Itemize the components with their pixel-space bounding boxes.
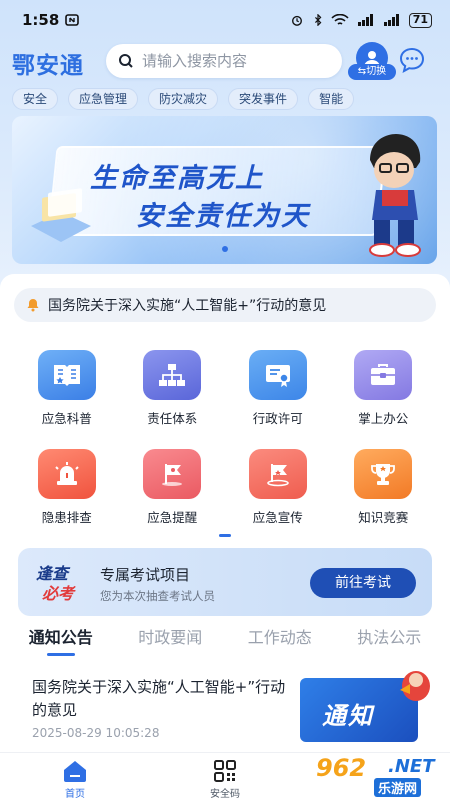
grid-item-mobile-office[interactable]: 掌上办公 <box>331 350 437 427</box>
function-grid: 应急科普 责任体系 行政许可 掌上办公 隐患排查 应急提醒 应急宣传 知识竞赛 <box>14 350 436 526</box>
flag-icon <box>143 449 202 499</box>
tab-notices[interactable]: 通知公告 <box>29 624 93 656</box>
app-title: 鄂安通 <box>12 53 84 79</box>
certificate-icon <box>248 350 307 400</box>
home-icon <box>64 761 86 782</box>
header: 鄂安通 ⇆切换 <box>0 42 450 82</box>
message-button[interactable] <box>398 46 426 74</box>
tag-emergencies[interactable]: 突发事件 <box>228 88 299 110</box>
tag-safety[interactable]: 安全 <box>12 88 59 110</box>
exam-logo: 逢查 必考 <box>36 564 75 603</box>
exam-title: 专属考试项目 <box>100 566 191 584</box>
switch-account-button[interactable]: ⇆切换 <box>348 42 396 82</box>
tab-current-affairs[interactable]: 时政要闻 <box>138 624 202 654</box>
go-to-exam-button[interactable]: 前往考试 <box>310 568 416 598</box>
tag-row: 安全 应急管理 防灾减灾 突发事件 智能 <box>12 88 355 110</box>
alarm-clock-icon <box>291 15 302 26</box>
tag-disaster-prevention[interactable]: 防灾减灾 <box>148 88 219 110</box>
notice-text: 国务院关于深入实施“人工智能+”行动的意见 <box>48 298 327 314</box>
mascot-figure <box>369 134 421 257</box>
nfc-icon <box>65 14 80 26</box>
news-title: 国务院关于深入实施“人工智能+”行动的意见 <box>32 678 286 719</box>
grid-label: 应急提醒 <box>147 510 198 525</box>
grid-item-emergency-publicity[interactable]: 应急宣传 <box>225 449 331 526</box>
notice-bar[interactable]: 国务院关于深入实施“人工智能+”行动的意见 <box>14 288 436 322</box>
hierarchy-icon <box>143 350 202 400</box>
wifi-icon <box>331 14 349 25</box>
tag-emergency-management[interactable]: 应急管理 <box>68 88 139 110</box>
bluetooth-icon <box>314 14 322 26</box>
grid-page-indicator <box>219 534 231 537</box>
signal-icon-2 <box>383 14 399 26</box>
search-icon <box>119 54 133 68</box>
document-stack-icon <box>31 188 91 242</box>
grid-item-responsibility-system[interactable]: 责任体系 <box>120 350 226 427</box>
qr-code-icon <box>214 760 236 782</box>
grid-label: 掌上办公 <box>358 411 409 426</box>
banner-carousel[interactable]: 生命至高无上 安全责任为天 <box>12 116 437 264</box>
tag-smart[interactable]: 智能 <box>308 88 355 110</box>
grid-label: 责任体系 <box>147 411 198 426</box>
book-icon <box>37 350 96 400</box>
briefcase-icon <box>354 350 413 400</box>
grid-label: 应急科普 <box>41 411 92 426</box>
news-list-item[interactable]: 国务院关于深入实施“人工智能+”行动的意见 2025-08-29 10:05:2… <box>14 664 436 752</box>
status-time: 1:58 <box>22 11 60 29</box>
trophy-icon <box>354 449 413 499</box>
banner-indicator <box>0 246 450 252</box>
grid-label: 应急宣传 <box>252 510 303 525</box>
megaphone-mascot-icon <box>400 671 430 701</box>
alarm-icon <box>37 449 96 499</box>
battery-level: 71 <box>408 12 432 28</box>
exam-card[interactable]: 逢查 必考 专属考试项目 您为本次抽查考试人员 前往考试 <box>18 548 432 616</box>
news-tabs: 通知公告 时政要闻 工作动态 执法公示 <box>0 624 450 656</box>
grid-item-emergency-reminder[interactable]: 应急提醒 <box>120 449 226 526</box>
nav-safety-code[interactable]: 安全码 <box>150 753 300 800</box>
chat-bubble-icon <box>399 47 425 73</box>
site-watermark: 962 .NET 乐游网 <box>316 754 435 797</box>
search-input[interactable] <box>142 52 332 70</box>
exam-subtitle: 您为本次抽查考试人员 <box>100 589 215 603</box>
signal-icon <box>357 14 373 26</box>
flag-pin-icon <box>248 449 307 499</box>
search-bar[interactable] <box>106 44 342 78</box>
switch-label: ⇆切换 <box>348 64 396 80</box>
banner-slogan-2: 安全责任为天 <box>136 201 310 232</box>
bell-icon <box>27 299 39 312</box>
banner-slogan-1: 生命至高无上 <box>90 163 264 194</box>
grid-item-emergency-science[interactable]: 应急科普 <box>14 350 120 427</box>
grid-label: 知识竞赛 <box>358 510 409 525</box>
grid-label: 隐患排查 <box>41 510 92 525</box>
news-time: 2025-08-29 10:05:28 <box>32 726 160 740</box>
tab-work-updates[interactable]: 工作动态 <box>248 624 312 654</box>
banner-dot-active <box>222 246 228 252</box>
status-bar: 1:58 71 <box>0 0 450 40</box>
grid-item-admin-license[interactable]: 行政许可 <box>225 350 331 427</box>
nav-home[interactable]: 首页 <box>0 753 150 800</box>
grid-item-knowledge-contest[interactable]: 知识竞赛 <box>331 449 437 526</box>
tab-law-enforcement[interactable]: 执法公示 <box>357 624 421 654</box>
grid-item-hazard-check[interactable]: 隐患排查 <box>14 449 120 526</box>
grid-label: 行政许可 <box>252 411 303 426</box>
